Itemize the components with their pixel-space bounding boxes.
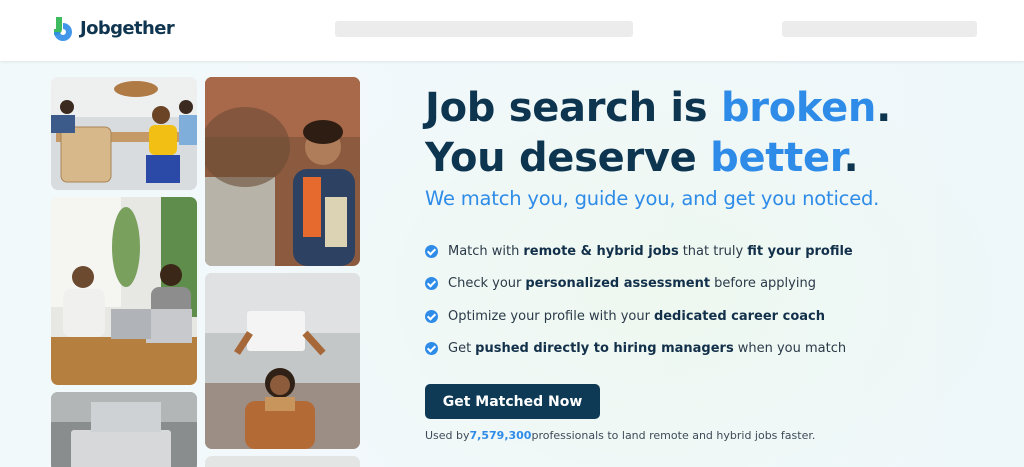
nav-placeholder-center: [335, 21, 633, 37]
headline-line-1: Job search is broken.: [425, 85, 892, 131]
headline-accent-better: better: [710, 135, 844, 181]
photo-coworking-table: [51, 77, 197, 190]
check-circle-icon: [425, 342, 438, 355]
feature-list: Match with remote & hybrid jobs that truly…: [425, 241, 857, 371]
photo-partial-bottom: [205, 456, 360, 467]
headline-accent-broken: broken: [720, 85, 877, 131]
get-matched-now-button[interactable]: Get Matched Now: [425, 384, 600, 419]
user-count: 7,579,300: [469, 429, 532, 442]
photo-laptop-typing: [51, 392, 197, 467]
feature-item: Check your personalized assessment before …: [425, 274, 857, 294]
photo-woman-holding-laptop: [205, 273, 360, 449]
check-circle-icon: [425, 277, 438, 290]
hero-headline: Job search is broken. You deserve better…: [425, 83, 891, 183]
headline-line-2: You deserve better.: [425, 135, 859, 181]
social-proof-text: Used by7,579,300professionals to land re…: [425, 429, 816, 442]
feature-item: Match with remote & hybrid jobs that truly…: [425, 241, 857, 261]
photo-smiling-man-phone: [205, 77, 360, 266]
check-circle-icon: [425, 244, 438, 258]
nav-placeholder-right: [782, 21, 977, 37]
brand-logo[interactable]: Jobgether: [50, 14, 175, 42]
brand-logo-text: Jobgether: [80, 17, 175, 39]
feature-item: Get pushed directly to hiring managers whe…: [425, 339, 857, 359]
hero-subheadline: We match you, guide you, and get you not…: [425, 187, 880, 210]
jobgether-logo-icon: [54, 17, 72, 41]
site-header: Jobgether: [0, 0, 1024, 61]
check-circle-icon: [425, 309, 438, 323]
photo-two-men-laptops: [51, 197, 197, 385]
feature-item: Optimize your profile with your dedicated…: [425, 306, 857, 326]
